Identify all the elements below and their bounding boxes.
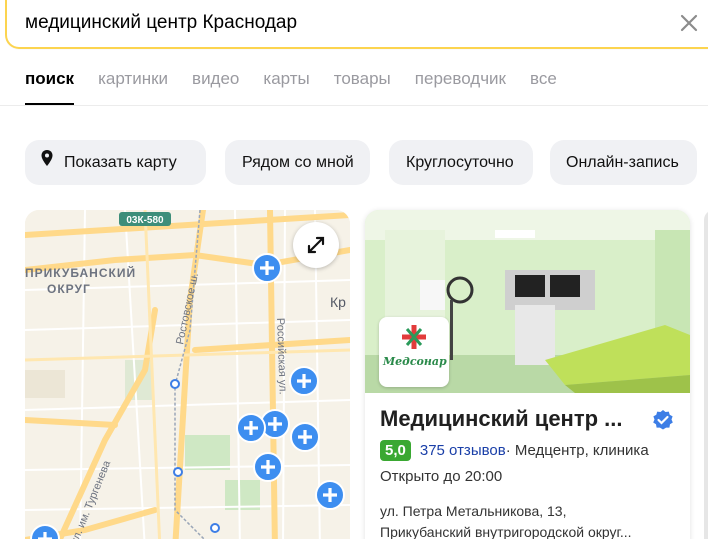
chip-label: Показать карту bbox=[64, 154, 177, 171]
road-badge: 03К-580 bbox=[126, 215, 164, 226]
tab-search[interactable]: поиск bbox=[25, 69, 75, 106]
rating-row: 5,0 375 отзывов · Медцентр, клиника bbox=[380, 440, 649, 461]
clinic-logo: Медсонар bbox=[379, 317, 449, 387]
reviews-link[interactable]: 375 отзывов bbox=[420, 442, 506, 459]
map-preview[interactable]: 03К-580 ПРИКУБАНСКИЙ ОКРУГ Ростовское ш.… bbox=[25, 210, 350, 539]
tab-video[interactable]: видео bbox=[192, 69, 239, 89]
expand-icon bbox=[307, 236, 325, 254]
expand-map-button[interactable] bbox=[293, 222, 339, 268]
search-bar: медицинский центр Краснодар bbox=[5, 0, 708, 49]
search-tabs: поиск картинки видео карты товары перево… bbox=[25, 69, 581, 106]
nearby-chip[interactable]: Рядом со мной bbox=[225, 140, 370, 185]
medical-cross-marker-icon[interactable] bbox=[289, 366, 319, 396]
rating-badge: 5,0 bbox=[380, 440, 411, 461]
district-label-2: ОКРУГ bbox=[47, 282, 91, 296]
medical-cross-marker-icon[interactable] bbox=[253, 452, 283, 482]
logo-emblem-icon bbox=[402, 325, 426, 349]
round-the-clock-chip[interactable]: Круглосуточно bbox=[389, 140, 533, 185]
medical-cross-marker-icon[interactable] bbox=[236, 413, 266, 443]
map-pin-icon bbox=[40, 140, 54, 185]
opening-hours: Открыто до 20:00 bbox=[380, 468, 503, 485]
tab-all[interactable]: все bbox=[530, 69, 557, 89]
close-icon bbox=[680, 14, 698, 32]
next-card-peek[interactable] bbox=[704, 210, 708, 539]
city-label: Кр bbox=[330, 294, 346, 310]
clear-search-button[interactable] bbox=[677, 11, 701, 35]
address-line-1: ул. Петра Метальникова, 13, bbox=[380, 503, 567, 519]
show-map-chip[interactable]: Показать карту bbox=[25, 140, 206, 185]
category-text: · Медцентр, клиника bbox=[505, 442, 649, 459]
search-input[interactable]: медицинский центр Краснодар bbox=[25, 12, 297, 34]
logo-text: Медсонар bbox=[383, 355, 447, 368]
tab-images[interactable]: картинки bbox=[98, 69, 168, 89]
address-line-2: Прикубанский внутригородской округ... bbox=[380, 524, 632, 539]
online-booking-chip[interactable]: Онлайн-запись bbox=[550, 140, 697, 185]
org-title[interactable]: Медицинский центр ... bbox=[380, 406, 623, 432]
verified-check-icon bbox=[653, 410, 673, 430]
district-label: ПРИКУБАНСКИЙ bbox=[25, 265, 136, 280]
tabs-divider bbox=[0, 105, 708, 106]
medical-cross-marker-icon[interactable] bbox=[290, 422, 320, 452]
tab-translator[interactable]: переводчик bbox=[415, 69, 506, 89]
address: ул. Петра Метальникова, 13, Прикубанский… bbox=[380, 501, 632, 539]
medical-cross-marker-icon[interactable] bbox=[315, 480, 345, 510]
tab-maps[interactable]: карты bbox=[263, 69, 309, 89]
tab-products[interactable]: товары bbox=[334, 69, 391, 89]
organization-card[interactable]: Медсонар Медицинский центр ... 5,0 375 о… bbox=[365, 210, 690, 539]
medical-cross-marker-icon[interactable] bbox=[252, 253, 282, 283]
